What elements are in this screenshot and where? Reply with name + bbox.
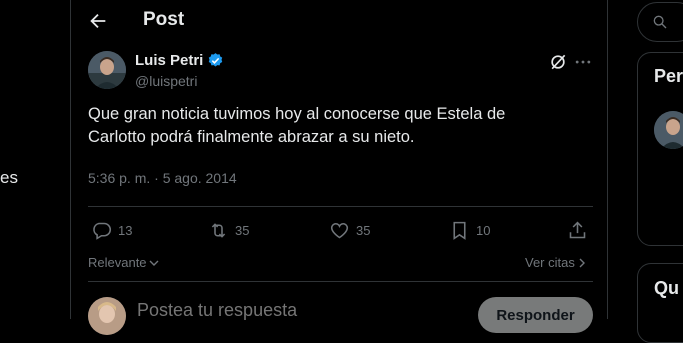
post-column: Post Luis Petri @luispetri Que gran noti…	[70, 0, 608, 335]
page-title: Post	[143, 9, 185, 30]
reply-submit-button[interactable]: Responder	[478, 297, 593, 333]
relevant-people-panel: Per	[637, 52, 683, 246]
like-count: 35	[356, 223, 371, 238]
divider	[88, 206, 593, 207]
tweet-text: Que gran noticia tuvimos hoy al conocers…	[88, 105, 506, 146]
author-name-text[interactable]: Luis Petri	[135, 52, 203, 69]
post-header: Post	[71, 0, 607, 44]
author-handle[interactable]: @luispetri	[135, 73, 197, 89]
bookmark-count: 10	[476, 223, 491, 238]
sort-label: Relevante	[88, 255, 147, 270]
replies-sort-dropdown[interactable]: Relevante	[88, 255, 159, 270]
share-button[interactable]	[567, 220, 588, 241]
reply-icon	[93, 222, 112, 240]
nav-item-label[interactable]: es	[0, 168, 18, 188]
tweet-timestamp[interactable]: 5:36 p. m. · 5 ago. 2014	[88, 170, 237, 186]
view-quotes-link[interactable]: Ver citas	[525, 255, 587, 270]
retweet-icon	[211, 223, 226, 238]
share-icon	[569, 221, 586, 239]
back-button[interactable]	[85, 8, 111, 34]
reply-count: 13	[118, 223, 133, 238]
left-nav: es	[0, 0, 70, 319]
author-avatar[interactable]	[88, 51, 126, 89]
retweet-button[interactable]: 35	[208, 220, 249, 241]
more-options-icon[interactable]	[573, 52, 593, 72]
search-input[interactable]	[637, 2, 683, 42]
heart-icon	[330, 222, 349, 239]
right-sidebar: Per Qu	[637, 0, 683, 343]
reply-input[interactable]	[137, 300, 457, 321]
person-avatar[interactable]	[654, 111, 683, 149]
like-button[interactable]: 35	[329, 220, 370, 241]
user-avatar[interactable]	[88, 297, 126, 335]
panel-title: Qu	[654, 278, 679, 298]
bookmark-button[interactable]: 10	[449, 220, 490, 241]
bookmark-icon	[453, 221, 466, 240]
author-name[interactable]: Luis Petri	[135, 52, 224, 69]
retweet-count: 35	[235, 223, 250, 238]
divider	[88, 281, 593, 282]
trends-panel: Qu	[637, 263, 683, 343]
reply-button[interactable]: 13	[91, 220, 132, 241]
verified-badge-icon	[207, 52, 224, 69]
grok-icon[interactable]	[548, 52, 568, 72]
chevron-down-icon	[149, 258, 159, 268]
search-icon	[652, 14, 668, 30]
chevron-right-icon	[577, 258, 587, 268]
arrow-left-icon	[90, 13, 106, 29]
quotes-label: Ver citas	[525, 255, 575, 270]
panel-title: Per	[654, 66, 683, 86]
